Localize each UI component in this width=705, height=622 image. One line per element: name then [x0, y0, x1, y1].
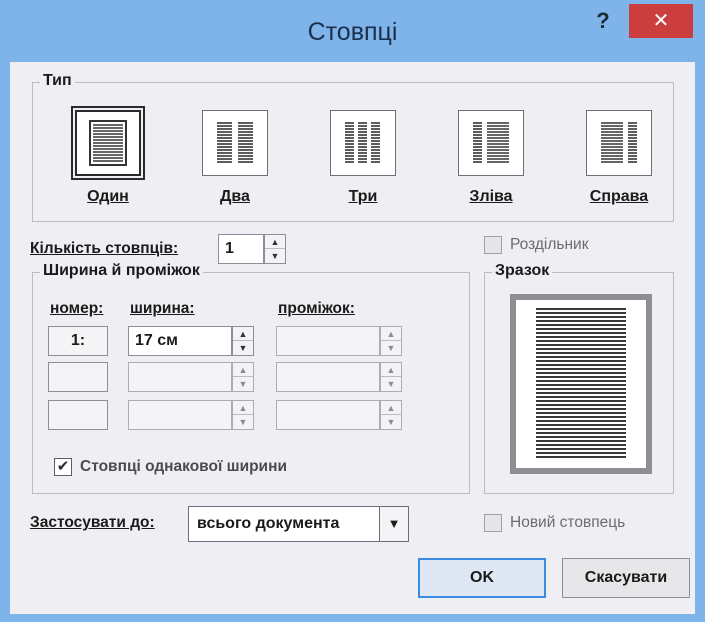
column-count-label: Кількість стовпців:: [30, 240, 179, 257]
preset-one-label[interactable]: Один: [58, 188, 158, 206]
spin-down-icon[interactable]: ▼: [265, 249, 285, 263]
spin-up-icon[interactable]: ▲: [381, 401, 401, 415]
column-spacing-input[interactable]: [276, 362, 380, 392]
type-group-legend: Тип: [40, 72, 75, 90]
spin-down-icon[interactable]: ▼: [381, 415, 401, 429]
preset-right-button[interactable]: [586, 110, 652, 176]
column-number-cell: [48, 362, 108, 392]
dialog-window: Стовпці ? ✕ Тип Один Два Три Зліва Справ…: [0, 0, 705, 622]
column-width-spinner[interactable]: ▲ ▼: [232, 362, 254, 392]
width-spacing-legend: Ширина й проміжок: [40, 262, 203, 280]
preset-left-label[interactable]: Зліва: [441, 188, 541, 206]
dialog-body: Тип Один Два Три Зліва Справа Кількість …: [10, 62, 695, 614]
column-number-cell: 1:: [48, 326, 108, 356]
preview-page: [516, 300, 646, 468]
column-number-cell: [48, 400, 108, 430]
equal-width-label[interactable]: Стовпці однакової ширини: [80, 458, 287, 476]
chevron-down-icon[interactable]: ▼: [379, 506, 409, 542]
one-column-icon: [89, 120, 127, 166]
equal-width-checkbox[interactable]: ✔: [54, 458, 72, 476]
spin-up-icon[interactable]: ▲: [381, 327, 401, 341]
ok-button[interactable]: OK: [418, 558, 546, 598]
help-icon[interactable]: ?: [588, 6, 618, 36]
two-columns-icon: [217, 122, 253, 163]
width-header: ширина:: [130, 300, 195, 317]
spin-down-icon[interactable]: ▼: [233, 415, 253, 429]
spin-down-icon[interactable]: ▼: [381, 377, 401, 391]
column-spacing-spinner[interactable]: ▲ ▼: [380, 326, 402, 356]
spin-down-icon[interactable]: ▼: [233, 341, 253, 355]
column-spacing-input[interactable]: [276, 400, 380, 430]
column-spacing-spinner[interactable]: ▲ ▼: [380, 400, 402, 430]
spin-up-icon[interactable]: ▲: [233, 401, 253, 415]
apply-to-select[interactable]: всього документа: [188, 506, 380, 542]
right-column-icon: [601, 122, 637, 163]
preset-left-button[interactable]: [458, 110, 524, 176]
preset-one-button[interactable]: [71, 106, 145, 180]
preview-legend: Зразок: [492, 262, 553, 280]
three-columns-icon: [345, 122, 380, 163]
column-width-input[interactable]: 17 см: [128, 326, 232, 356]
spin-down-icon[interactable]: ▼: [233, 377, 253, 391]
spin-up-icon[interactable]: ▲: [233, 327, 253, 341]
spin-up-icon[interactable]: ▲: [233, 363, 253, 377]
column-spacing-spinner[interactable]: ▲ ▼: [380, 362, 402, 392]
preview-image: [510, 294, 652, 474]
new-column-label[interactable]: Новий стовпець: [510, 514, 625, 532]
preset-three-button[interactable]: [330, 110, 396, 176]
column-count-spinner[interactable]: ▲ ▼: [264, 234, 286, 264]
preset-two-button[interactable]: [202, 110, 268, 176]
preset-two-label[interactable]: Два: [185, 188, 285, 206]
column-count-input[interactable]: 1: [218, 234, 264, 264]
column-width-input[interactable]: [128, 400, 232, 430]
number-header: номер:: [50, 300, 104, 317]
column-width-input[interactable]: [128, 362, 232, 392]
separator-checkbox[interactable]: [484, 236, 502, 254]
checkmark-icon: ✔: [56, 458, 70, 475]
column-spacing-input[interactable]: [276, 326, 380, 356]
title-bar[interactable]: Стовпці ? ✕: [0, 0, 705, 64]
apply-to-label: Застосувати до:: [30, 514, 155, 531]
preset-three-label[interactable]: Три: [313, 188, 413, 206]
spacing-header: проміжок:: [278, 300, 355, 317]
left-column-icon: [473, 122, 509, 163]
close-button[interactable]: ✕: [629, 4, 693, 38]
preview-text-lines: [536, 308, 626, 460]
preset-right-label[interactable]: Справа: [569, 188, 669, 206]
separator-label[interactable]: Роздільник: [510, 236, 588, 254]
cancel-button[interactable]: Скасувати: [562, 558, 690, 598]
new-column-checkbox[interactable]: [484, 514, 502, 532]
spin-up-icon[interactable]: ▲: [265, 235, 285, 249]
column-width-spinner[interactable]: ▲ ▼: [232, 400, 254, 430]
spin-up-icon[interactable]: ▲: [381, 363, 401, 377]
close-icon: ✕: [652, 10, 670, 32]
spin-down-icon[interactable]: ▼: [381, 341, 401, 355]
column-width-spinner[interactable]: ▲ ▼: [232, 326, 254, 356]
